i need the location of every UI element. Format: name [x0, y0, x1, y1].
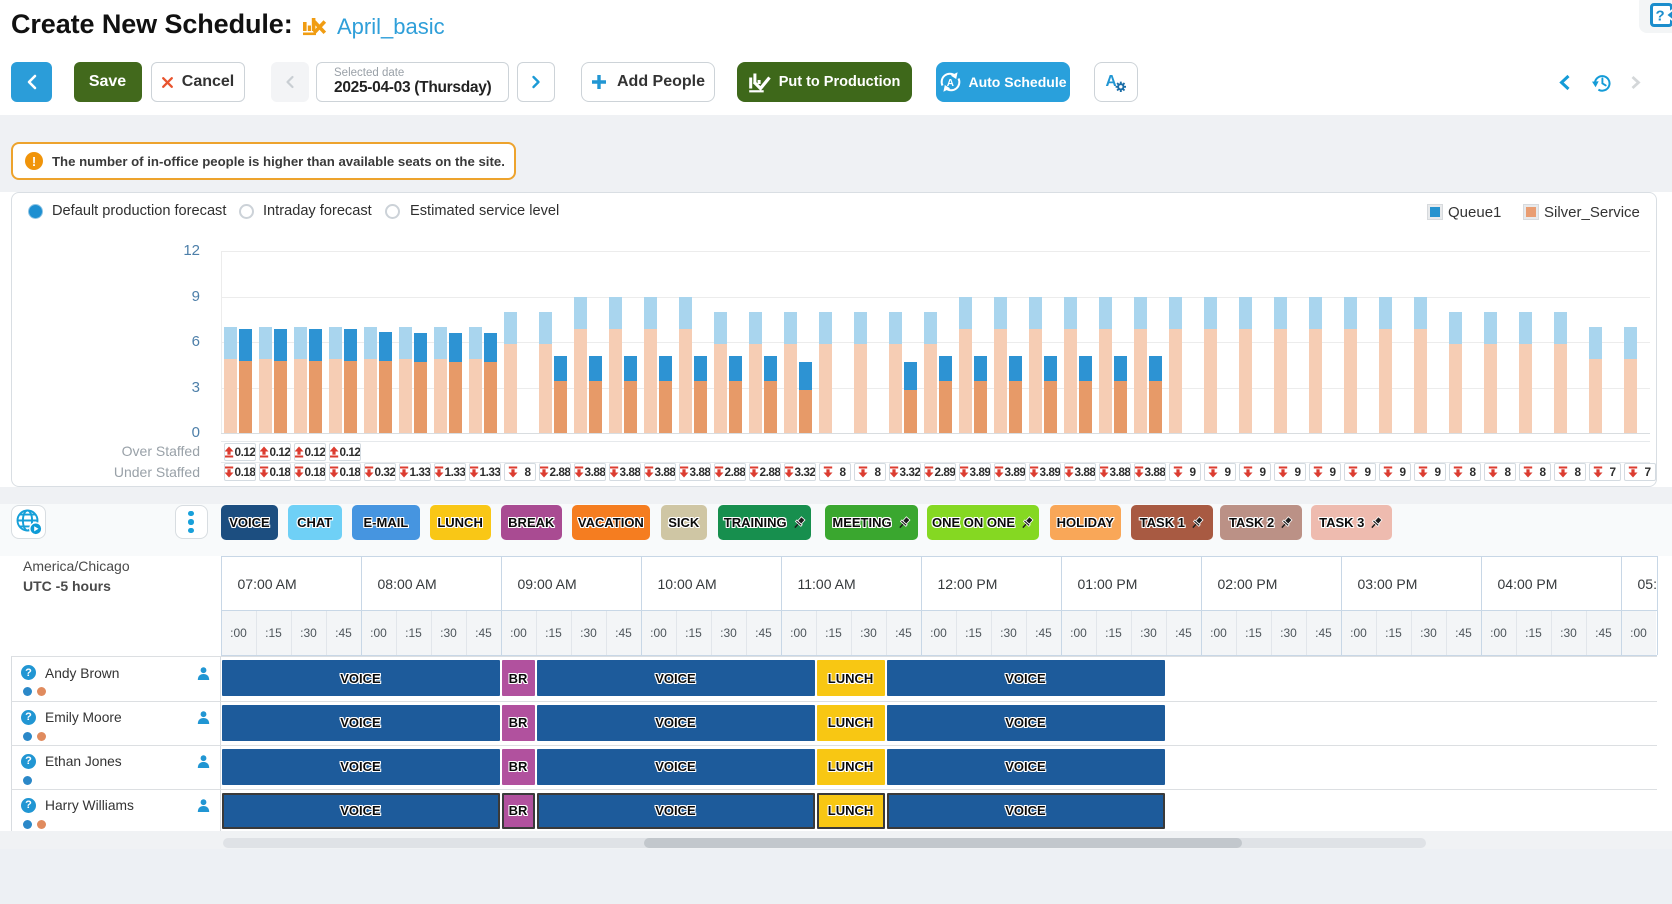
svg-text:?: ? [1656, 8, 1665, 25]
svg-text:A: A [947, 78, 954, 89]
svg-text:A: A [1106, 73, 1117, 90]
